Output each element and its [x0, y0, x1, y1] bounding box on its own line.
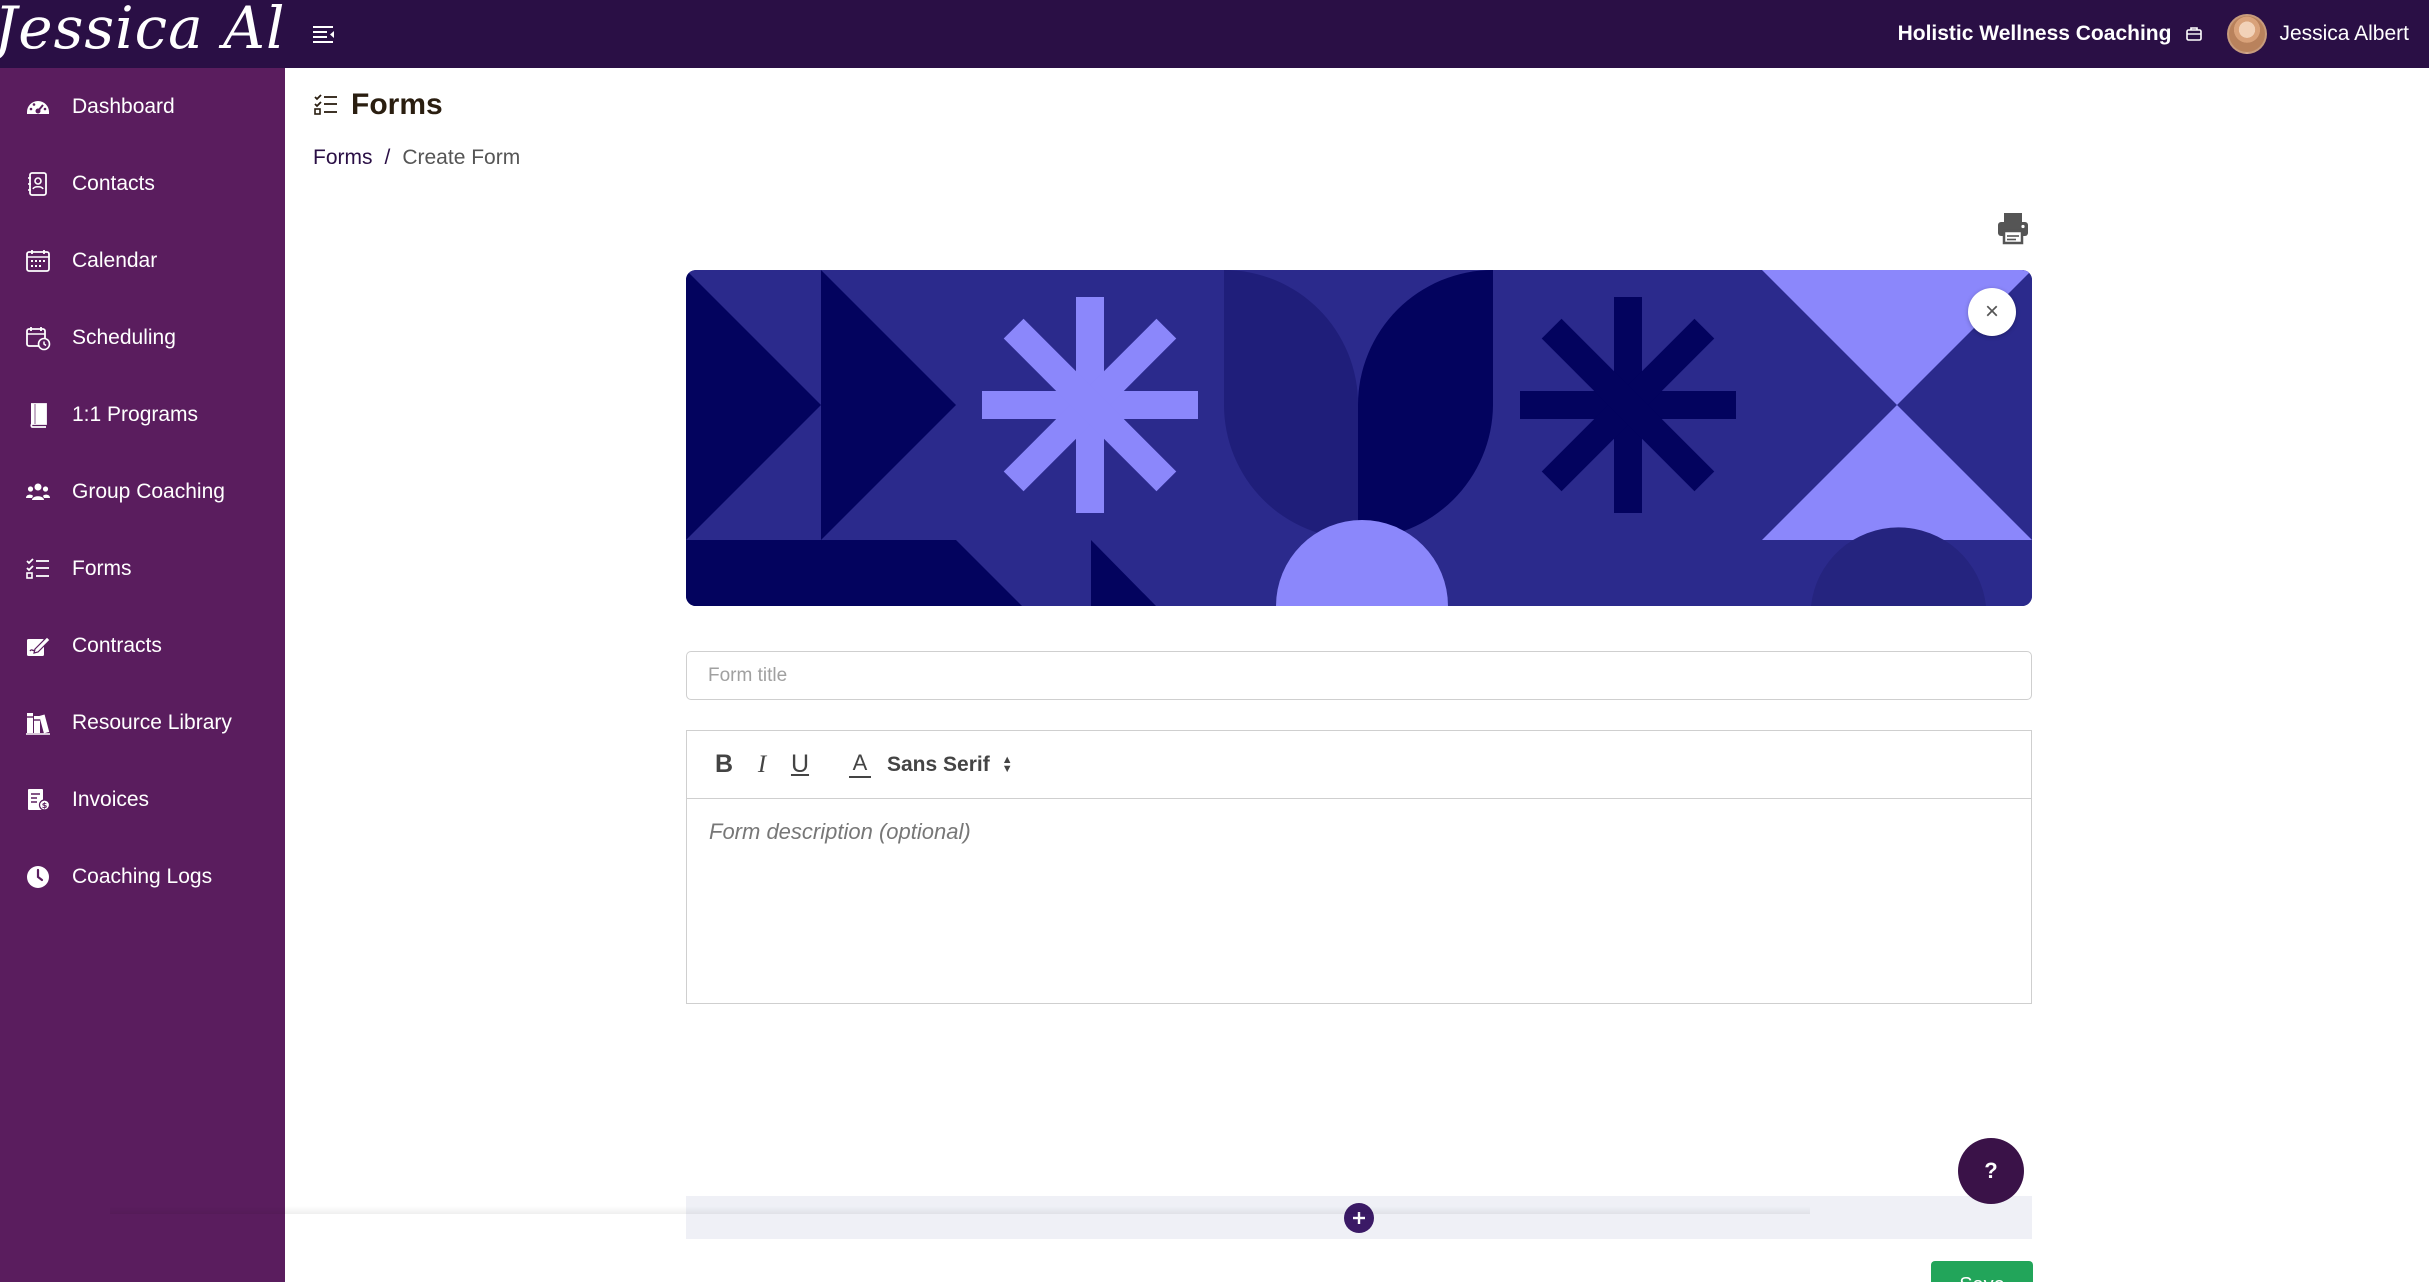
sidebar-item-forms[interactable]: Forms: [0, 530, 285, 607]
sidebar-item-group-coaching[interactable]: Group Coaching: [0, 453, 285, 530]
sidebar-item-contacts[interactable]: Contacts: [0, 145, 285, 222]
text-color-underline: [849, 775, 871, 778]
forms-icon: [313, 91, 341, 119]
underline-button[interactable]: U: [785, 748, 815, 782]
font-family-value: Sans Serif: [887, 752, 990, 776]
book-icon: [24, 401, 52, 429]
sidebar-item-label: Scheduling: [72, 325, 176, 349]
description-editor: B I U A Sans Serif ▲ ▼ Form description (…: [686, 730, 2032, 1004]
top-bar: Jessica Albert Holistic Wellness Coachin…: [0, 0, 2429, 68]
main-content: Forms Forms / Create Form × Form title B…: [285, 68, 2429, 1282]
clock-icon: [24, 863, 52, 891]
italic-button[interactable]: I: [747, 748, 777, 782]
description-placeholder: Form description (optional): [709, 819, 971, 844]
sidebar-item-label: Coaching Logs: [72, 864, 213, 888]
invoice-icon: $: [24, 786, 52, 814]
breadcrumb-current: Create Form: [402, 146, 521, 169]
menu-toggle-button[interactable]: [309, 19, 339, 49]
sidebar-item-contracts[interactable]: Contracts: [0, 607, 285, 684]
add-question-bar: [686, 1196, 2032, 1239]
remove-banner-button[interactable]: ×: [1968, 288, 2016, 336]
footer-shadow: [110, 1206, 1810, 1214]
briefcase-icon[interactable]: [2183, 23, 2205, 45]
sidebar-item-label: Group Coaching: [72, 479, 225, 503]
font-family-select[interactable]: Sans Serif ▲ ▼: [887, 753, 1013, 777]
save-button[interactable]: Save: [1931, 1261, 2033, 1282]
breadcrumb-separator: /: [384, 146, 391, 169]
dashboard-icon: [24, 93, 52, 121]
select-arrows-icon: ▲ ▼: [1001, 753, 1013, 775]
contract-icon: [24, 632, 52, 660]
page-title: Forms: [351, 88, 443, 121]
scheduling-icon: [24, 324, 52, 352]
sidebar-item-label: 1:1 Programs: [72, 402, 199, 426]
text-color-button[interactable]: A: [845, 748, 875, 782]
business-name[interactable]: Holistic Wellness Coaching: [1898, 22, 2172, 46]
sidebar-item-invoices[interactable]: $ Invoices: [0, 761, 285, 838]
sidebar-item-dashboard[interactable]: Dashboard: [0, 68, 285, 145]
form-title-input[interactable]: [686, 651, 2032, 700]
svg-text:$: $: [42, 801, 48, 810]
editor-toolbar: B I U A Sans Serif ▲ ▼: [687, 731, 2031, 799]
print-button[interactable]: [1995, 210, 2031, 246]
sidebar-item-programs[interactable]: 1:1 Programs: [0, 376, 285, 453]
sidebar-item-calendar[interactable]: Calendar: [0, 222, 285, 299]
banner-graphic: [686, 270, 2032, 606]
close-icon: ×: [1984, 298, 1999, 325]
text-color-icon: A: [852, 749, 868, 775]
help-button[interactable]: ?: [1958, 1138, 2024, 1204]
sidebar-item-label: Calendar: [72, 248, 158, 272]
contacts-icon: [24, 170, 52, 198]
sidebar: Dashboard Contacts Calendar Scheduling 1…: [0, 68, 285, 1282]
brand-logo[interactable]: Jessica Albert: [0, 0, 285, 68]
calendar-icon: [24, 247, 52, 275]
breadcrumb: Forms / Create Form: [313, 146, 520, 170]
form-banner-image: ×: [686, 270, 2032, 606]
sidebar-item-scheduling[interactable]: Scheduling: [0, 299, 285, 376]
sidebar-item-label: Dashboard: [72, 94, 175, 118]
sidebar-item-label: Contracts: [72, 633, 162, 657]
sidebar-item-label: Resource Library: [72, 710, 232, 734]
bold-button[interactable]: B: [709, 748, 739, 782]
menu-icon: [313, 26, 334, 43]
sidebar-item-label: Contacts: [72, 171, 155, 195]
logo-text: Jessica Albert: [0, 0, 285, 62]
page-header: Forms: [313, 88, 443, 122]
sidebar-item-coaching-logs[interactable]: Coaching Logs: [0, 838, 285, 915]
description-textarea[interactable]: Form description (optional): [687, 799, 2031, 1004]
sidebar-item-resource-library[interactable]: Resource Library: [0, 684, 285, 761]
sidebar-item-label: Forms: [72, 556, 132, 580]
user-name[interactable]: Jessica Albert: [2279, 22, 2409, 46]
library-icon: [24, 709, 52, 737]
group-icon: [24, 478, 52, 506]
sidebar-item-label: Invoices: [72, 787, 150, 811]
breadcrumb-forms-link[interactable]: Forms: [313, 146, 373, 170]
forms-icon: [24, 555, 52, 583]
avatar[interactable]: [2227, 14, 2268, 54]
printer-icon: [1998, 213, 2028, 245]
